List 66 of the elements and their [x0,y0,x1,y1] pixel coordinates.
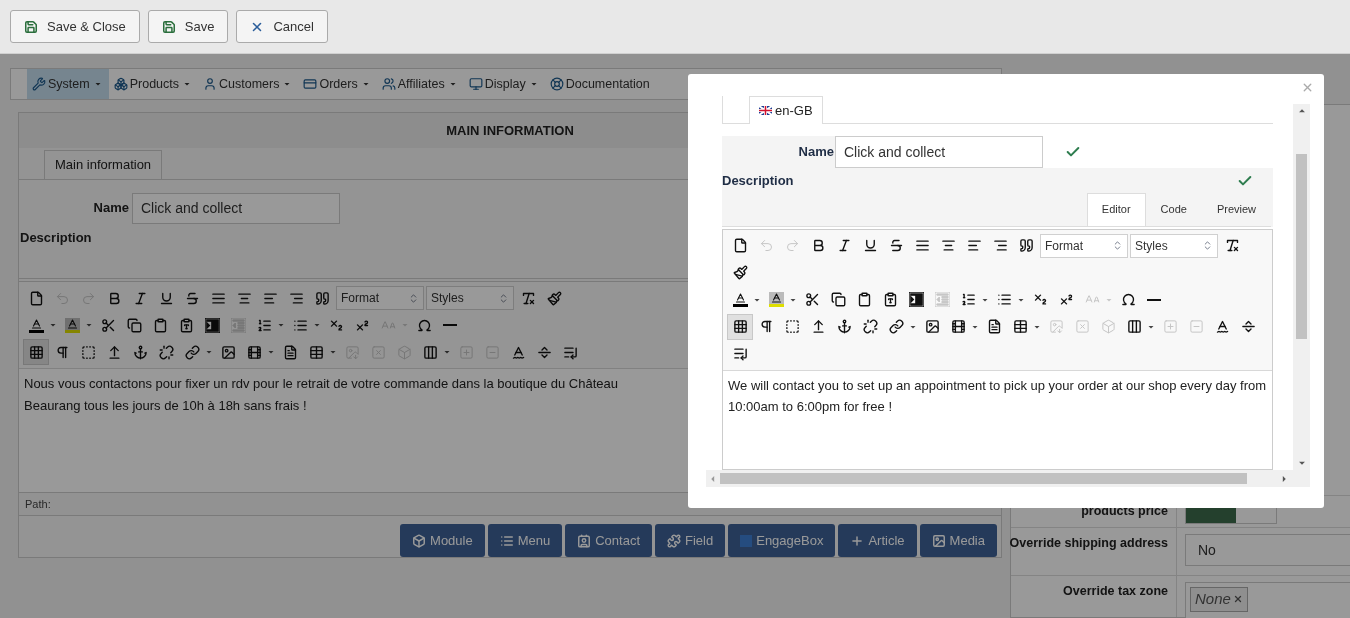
plus-icon [850,533,865,548]
nav-menu-item[interactable]: Orders [298,69,377,99]
insert-button[interactable]: Article [838,524,917,557]
toolbar-button[interactable]: Save [147,10,229,43]
editor-text: Nous vous contactons pour fixer un rdv pour le retrait de votre commande dans la boutique du Château Beaurang tous les jours de 10h à 18h sans frais ! [24,375,619,415]
style-select[interactable]: Format [1040,233,1128,258]
nav-menu-item[interactable]: Documentation [544,69,655,99]
nav-menu-item[interactable]: Customers [198,69,299,99]
updown-icon [498,292,509,304]
nav-menu-item[interactable]: Affiliates [376,69,464,99]
view-tab[interactable]: Preview [1201,192,1271,226]
lifebuoy-icon [549,77,564,91]
vertical-scrollbar[interactable] [1293,104,1310,470]
field-label: Description [19,230,92,245]
updown-icon [408,292,419,304]
name-field[interactable]: Click and collect [835,136,1043,168]
style-select[interactable]: Format [336,286,424,310]
nav-menu-item[interactable]: Products [108,69,199,99]
field-label: products price [1081,503,1168,520]
user-icon [203,77,218,91]
nav-menu-item[interactable]: System [27,69,109,99]
save-icon [161,19,176,34]
remove-icon[interactable] [1232,594,1243,605]
image-icon [931,533,946,548]
path-label: Path: [25,496,51,512]
section-title: MAIN INFORMATION [446,121,574,140]
field-label: Override shipping address [1009,535,1168,552]
style-select[interactable]: Styles [1130,233,1218,258]
users-icon [381,77,396,91]
view-tab[interactable]: Editor [1086,192,1146,226]
language-tab[interactable]: en-GB [749,96,823,124]
field-label: Override tax zone [1063,583,1168,600]
puzzle-icon [667,533,682,548]
insert-button[interactable]: Module [400,524,485,557]
show-blocks-button[interactable] [727,313,753,340]
field-label: Description [722,172,794,190]
cube-icon [412,533,427,548]
insert-button[interactable]: EngageBox [728,524,836,557]
save-icon [24,19,38,34]
flag-icon [759,106,772,115]
horizontal-scrollbar[interactable] [706,470,1310,487]
field-label: Name [93,199,129,218]
section-tab[interactable]: Main information [44,150,163,179]
insert-button[interactable]: Menu [487,524,563,557]
tag-chip: None [1190,587,1248,612]
field-label: Name [798,143,834,162]
monitor-icon [468,77,483,91]
insert-button[interactable]: Field [655,524,726,557]
insert-button[interactable]: Media [919,524,997,557]
boxes-icon [113,77,128,91]
toolbar-button[interactable]: Cancel [236,10,328,43]
contact-card-icon [577,533,592,548]
toolbar-button[interactable]: Save & Close [10,10,140,43]
wrench-icon [32,77,46,91]
square-icon [740,534,753,547]
editor-text: We will contact you to set up an appointment to pick up your order at our shop every day from 10:00am to 6:00pm for free ! [728,376,1267,416]
name-field[interactable]: Click and collect [132,192,340,224]
updown-icon [1112,240,1123,251]
updown-icon [1202,240,1213,251]
select-field[interactable]: No [1185,534,1350,566]
credit-card-icon [303,77,318,91]
insert-button[interactable]: Contact [565,524,653,557]
nav-menu-item[interactable]: Display [463,69,545,99]
list-icon [499,533,514,548]
view-tab[interactable]: Code [1145,192,1202,226]
style-select[interactable]: Styles [426,286,514,310]
